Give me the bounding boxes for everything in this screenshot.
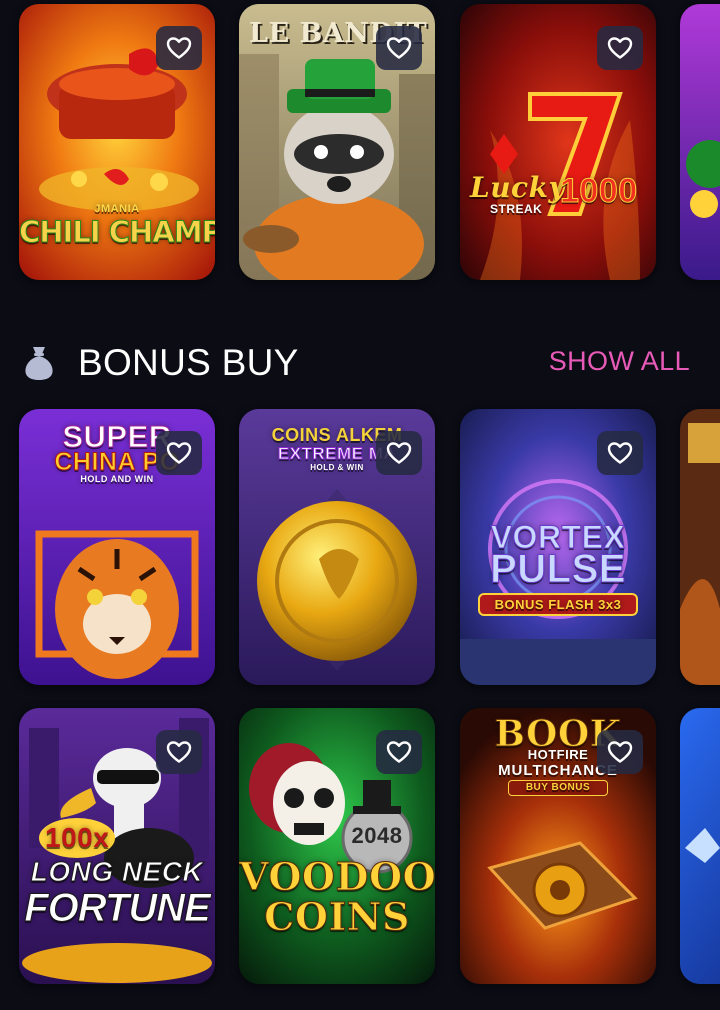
bonus-buy-header: BONUS BUY SHOW ALL — [0, 330, 720, 392]
game-card-book-hotfire[interactable]: BOOK HOTFIRE MULTICHANCE BUY BONUS — [460, 708, 656, 984]
heart-icon — [166, 741, 192, 763]
game-card-long-neck-fortune[interactable]: 100x LONG NECK FORTUNE — [19, 708, 215, 984]
favorite-button[interactable] — [376, 730, 422, 774]
game-title-number: 1000 — [560, 172, 638, 210]
game-title: CHILI CHAMPS — [19, 215, 215, 249]
top-games-row: JMANIA CHILI CHAMPS — [0, 4, 720, 280]
game-card-le-bandit[interactable]: LE BANDIT — [239, 4, 435, 280]
bonus-buy-row-1: SUPER CHINA PO HOLD AND WIN COINS ALKEM … — [0, 409, 720, 685]
game-subtitle: BUY BONUS — [508, 780, 608, 796]
heart-icon — [166, 37, 192, 59]
game-title: Lucky — [470, 171, 566, 204]
heart-icon — [386, 741, 412, 763]
favorite-button[interactable] — [156, 730, 202, 774]
game-title-number: 2048 — [351, 823, 403, 848]
heart-icon — [166, 442, 192, 464]
game-thumbnail — [680, 708, 720, 984]
heart-icon — [607, 741, 633, 763]
favorite-button[interactable] — [156, 26, 202, 70]
game-subtitle: BONUS FLASH 3x3 — [478, 593, 638, 616]
favorite-button[interactable] — [597, 431, 643, 475]
game-card-lucky-streak-1000[interactable]: Lucky STREAK 1000 — [460, 4, 656, 280]
game-card-partial[interactable] — [680, 4, 720, 280]
favorite-button[interactable] — [376, 431, 422, 475]
game-title-small: JMANIA — [94, 203, 140, 215]
game-thumbnail — [680, 409, 720, 685]
heart-icon — [386, 442, 412, 464]
favorite-button[interactable] — [156, 431, 202, 475]
game-title: LONG NECK — [30, 856, 204, 887]
bonus-buy-row-2: 100x LONG NECK FORTUNE 2048 VOODOO COINS… — [0, 708, 720, 984]
money-bag-icon — [25, 347, 53, 380]
game-title-small: STREAK — [490, 202, 543, 216]
game-title-small: HOLD AND WIN — [80, 474, 154, 484]
favorite-button[interactable] — [597, 730, 643, 774]
heart-icon — [607, 37, 633, 59]
game-card-super-china-pots[interactable]: SUPER CHINA PO HOLD AND WIN — [19, 409, 215, 685]
game-card-partial[interactable] — [680, 409, 720, 685]
heart-icon — [386, 37, 412, 59]
game-title: FORTUNE — [24, 886, 212, 930]
game-title: PULSE — [490, 547, 626, 591]
favorite-button[interactable] — [376, 26, 422, 70]
game-title: VOODOO — [239, 854, 435, 899]
game-card-vortex-pulse[interactable]: VORTEX PULSE BONUS FLASH 3x3 — [460, 409, 656, 685]
section-title: BONUS BUY — [78, 342, 299, 383]
heart-icon — [607, 442, 633, 464]
show-all-link[interactable]: SHOW ALL — [549, 346, 690, 377]
favorite-button[interactable] — [597, 26, 643, 70]
game-card-coins-alkemor[interactable]: COINS ALKEM EXTREME MA HOLD & WIN — [239, 409, 435, 685]
game-multiplier: 100x — [39, 818, 116, 858]
game-thumbnail — [680, 4, 720, 280]
game-title: COINS — [264, 894, 410, 939]
game-card-partial[interactable] — [680, 708, 720, 984]
game-card-chili-champs[interactable]: JMANIA CHILI CHAMPS — [19, 4, 215, 280]
games-lobby: JMANIA CHILI CHAMPS — [0, 0, 720, 1010]
game-card-voodoo-coins[interactable]: 2048 VOODOO COINS — [239, 708, 435, 984]
